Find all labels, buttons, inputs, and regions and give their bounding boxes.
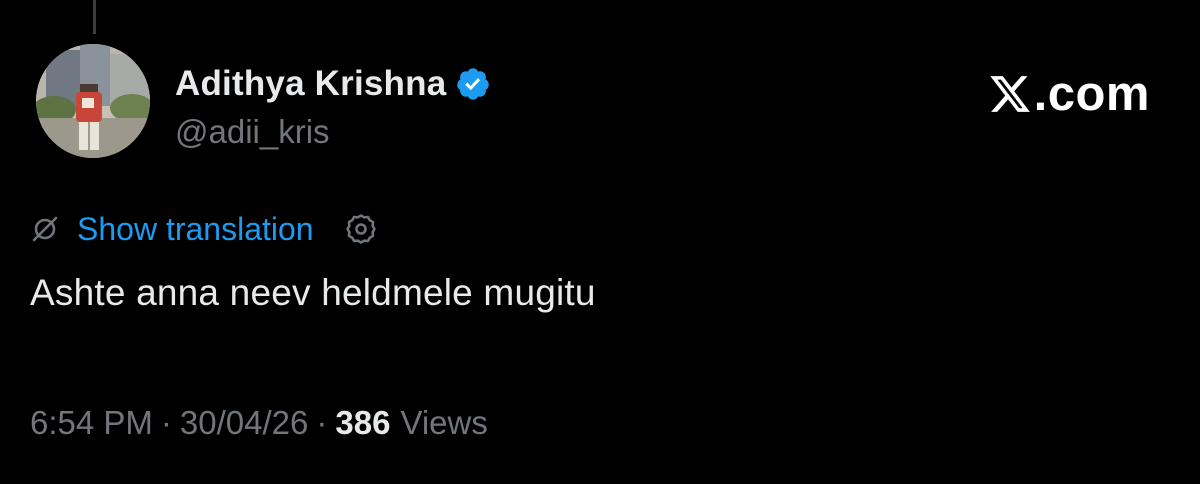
- avatar[interactable]: [36, 44, 150, 158]
- no-translate-icon: [30, 214, 60, 244]
- meta-separator: ·: [160, 404, 172, 441]
- views-count[interactable]: 386: [335, 404, 390, 442]
- author-display-name[interactable]: Adithya Krishna: [175, 64, 446, 104]
- tweet-date[interactable]: 30/04/26: [180, 404, 308, 442]
- thread-connector-line: [93, 0, 96, 34]
- tweet-meta: 6:54 PM · 30/04/26 · 386 Views: [30, 404, 488, 442]
- views-label[interactable]: Views: [400, 404, 487, 442]
- meta-separator: ·: [316, 404, 328, 441]
- author-handle[interactable]: @adii_kris: [175, 113, 330, 151]
- avatar-photo: [36, 44, 150, 158]
- brand-watermark: .com: [988, 64, 1150, 124]
- author-name-row: Adithya Krishna: [175, 62, 491, 106]
- tweet-text: Ashte anna neev heldmele mugitu: [30, 272, 596, 313]
- x-logo-icon: [988, 72, 1032, 116]
- tweet-time[interactable]: 6:54 PM: [30, 404, 153, 442]
- verified-badge-icon[interactable]: [455, 66, 491, 102]
- show-translation-link[interactable]: Show translation: [77, 211, 314, 248]
- brand-domain-text: .com: [1033, 67, 1150, 121]
- translation-row: Show translation: [30, 206, 378, 252]
- settings-gear-icon[interactable]: [344, 212, 378, 246]
